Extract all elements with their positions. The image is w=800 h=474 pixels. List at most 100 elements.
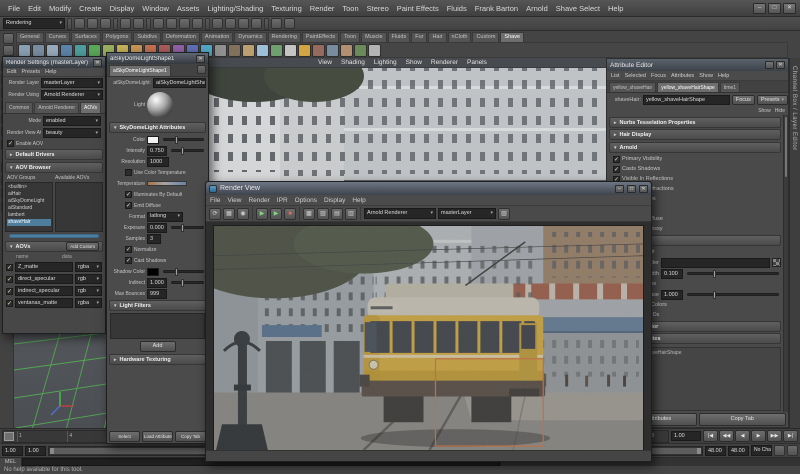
status-group-divider[interactable] [113, 18, 118, 30]
render-view-aov-selector[interactable]: beauty [43, 128, 101, 138]
auto-keyframe-icon[interactable] [774, 445, 785, 456]
status-group-divider[interactable] [67, 18, 72, 30]
ipr-render-icon[interactable]: ▶ [256, 208, 268, 220]
attribute-editor-menu-item[interactable]: Selected [625, 73, 646, 79]
minimize-icon[interactable] [753, 3, 766, 14]
status-group-divider[interactable] [205, 18, 210, 30]
new-scene-icon[interactable] [74, 18, 85, 29]
render-view-renderer-selector[interactable]: Arnold Renderer [364, 208, 436, 219]
attribute-editor-tab[interactable]: time1 [720, 82, 740, 92]
aov-group-item[interactable]: <builtin> [7, 184, 51, 191]
render-settings-menu-item[interactable]: Help [45, 69, 56, 75]
color-slider[interactable] [163, 138, 204, 141]
skydome-action-button[interactable]: Load Attributes [142, 431, 173, 442]
aov-name-field[interactable]: ventanas_matte [15, 298, 73, 308]
node-name-field[interactable]: aiSkyDomeLightShape1 [153, 78, 206, 88]
render-view-canvas[interactable] [206, 222, 651, 450]
default-drivers-section[interactable]: Default Drivers [5, 149, 103, 160]
render-view-menu-item[interactable]: View [227, 197, 241, 204]
shelf-tab[interactable]: Toon [340, 32, 360, 42]
aov-enabled-checkbox[interactable] [6, 276, 13, 283]
command-language-toggle[interactable]: MEL [0, 458, 22, 466]
shelf-tab[interactable]: Dynamics [234, 32, 266, 42]
aovs-section[interactable]: AOVs Add Custom [5, 241, 103, 252]
animation-end-field[interactable]: 48.00 [728, 446, 749, 456]
panel-menu-item[interactable]: Panels [467, 59, 487, 66]
snap-grid-icon[interactable] [153, 18, 164, 29]
skydome-action-button[interactable]: Copy Tab [175, 431, 206, 442]
current-frame-marker[interactable] [4, 432, 14, 441]
normalize-checkbox[interactable] [125, 246, 132, 253]
shelf-gear-icon[interactable] [3, 45, 14, 56]
render-view-menu-item[interactable]: IPR [277, 197, 288, 204]
close-icon[interactable] [196, 55, 205, 63]
attribute-editor-tab[interactable]: yellow_shaveHair [609, 82, 656, 92]
indirect-diffuse-field[interactable]: 1.000 [661, 290, 683, 300]
shelf-tool-icon[interactable] [60, 44, 73, 57]
attribute-editor-menu-item[interactable]: Focus [651, 73, 666, 79]
skydome-titlebar[interactable]: aiSkyDomeLightShape1 [107, 53, 208, 64]
status-group-divider[interactable] [146, 18, 151, 30]
current-frame-field[interactable]: 1.00 [671, 431, 701, 441]
indirect-field[interactable]: 1.000 [147, 278, 167, 288]
minimize-icon[interactable] [615, 185, 624, 193]
menu-item[interactable]: Frank Barton [471, 4, 522, 13]
selection-mask-icon[interactable] [271, 18, 282, 29]
aov-browser-section[interactable]: AOV Browser [5, 162, 103, 173]
shelf-tool-icon[interactable] [242, 44, 255, 57]
shelf-tool-icon[interactable] [284, 44, 297, 57]
shelf-tab-arrow-icon[interactable] [3, 33, 14, 44]
menu-item[interactable]: Texturing [267, 4, 305, 13]
playback-button[interactable]: |◀ [703, 430, 718, 442]
panel-menu-item[interactable]: Renderer [431, 59, 458, 66]
snapshot-icon[interactable]: ◉ [237, 208, 249, 220]
selection-mask-icon[interactable] [284, 18, 295, 29]
close-icon[interactable] [93, 59, 102, 67]
enable-aov-checkbox[interactable] [7, 140, 14, 147]
shelf-tool-icon[interactable] [74, 44, 87, 57]
attribute-editor-menu-item[interactable]: Attributes [671, 73, 694, 79]
shelf-tab[interactable]: Surfaces [71, 32, 101, 42]
skydome-light-window[interactable]: aiSkyDomeLightShape1 aiSkyDomeLightShape… [106, 52, 209, 444]
render-settings-tab[interactable]: Common [5, 102, 33, 113]
redo-icon[interactable] [133, 18, 144, 29]
aov-name-field[interactable]: indirect_specular [15, 286, 73, 296]
shelf-tool-icon[interactable] [88, 44, 101, 57]
render-icon[interactable] [225, 18, 236, 29]
exposure-field[interactable]: 0.000 [147, 223, 167, 233]
ipr-render-icon[interactable] [238, 18, 249, 29]
light-preview-swatch[interactable] [147, 92, 173, 118]
aov-group-item[interactable]: lambert [7, 212, 51, 219]
shelf-tab[interactable]: PaintEffects [302, 32, 339, 42]
aov-browser-splitter[interactable] [9, 234, 99, 238]
min-pixel-width-field[interactable]: 0.100 [661, 269, 683, 279]
aov-group-item[interactable]: shaveHair [7, 219, 51, 226]
panel-menu-item[interactable]: Shading [341, 59, 365, 66]
shelf-tool-icon[interactable] [228, 44, 241, 57]
animation-start-field[interactable]: 1.00 [2, 446, 23, 456]
shelf-tool-icon[interactable] [46, 44, 59, 57]
shelf-tool-icon[interactable] [326, 44, 339, 57]
color-swatch[interactable] [147, 136, 159, 144]
menu-item[interactable]: Render [306, 4, 339, 13]
character-set-selector[interactable]: No Character Set [751, 445, 772, 456]
aov-data-selector[interactable]: rgba [75, 262, 102, 272]
aov-data-selector[interactable]: rgb [75, 274, 102, 284]
shelf-tab[interactable]: Polygons [102, 32, 133, 42]
snap-surface-icon[interactable] [192, 18, 203, 29]
render-view-menu-item[interactable]: Render [248, 197, 269, 204]
panel-close-icon[interactable] [776, 61, 785, 69]
shelf-tool-icon[interactable] [312, 44, 325, 57]
available-aovs-list[interactable] [55, 182, 103, 232]
render-settings-titlebar[interactable]: Render Settings (masterLayer) [3, 57, 105, 68]
menu-set-selector[interactable]: Rendering [3, 18, 65, 29]
menu-item[interactable]: Window [138, 4, 173, 13]
render-view-menu-item[interactable]: Options [295, 197, 317, 204]
attribute-editor-header[interactable]: Attribute Editor [607, 59, 788, 71]
aov-name-field[interactable]: Z_matte [15, 262, 73, 272]
aov-enabled-checkbox[interactable] [6, 288, 13, 295]
playback-button[interactable]: ◀◀ [719, 430, 734, 442]
shelf-tab[interactable]: nCloth [448, 32, 472, 42]
aov-data-selector[interactable]: rgb [75, 286, 102, 296]
playback-end-field[interactable]: 48.00 [705, 446, 726, 456]
